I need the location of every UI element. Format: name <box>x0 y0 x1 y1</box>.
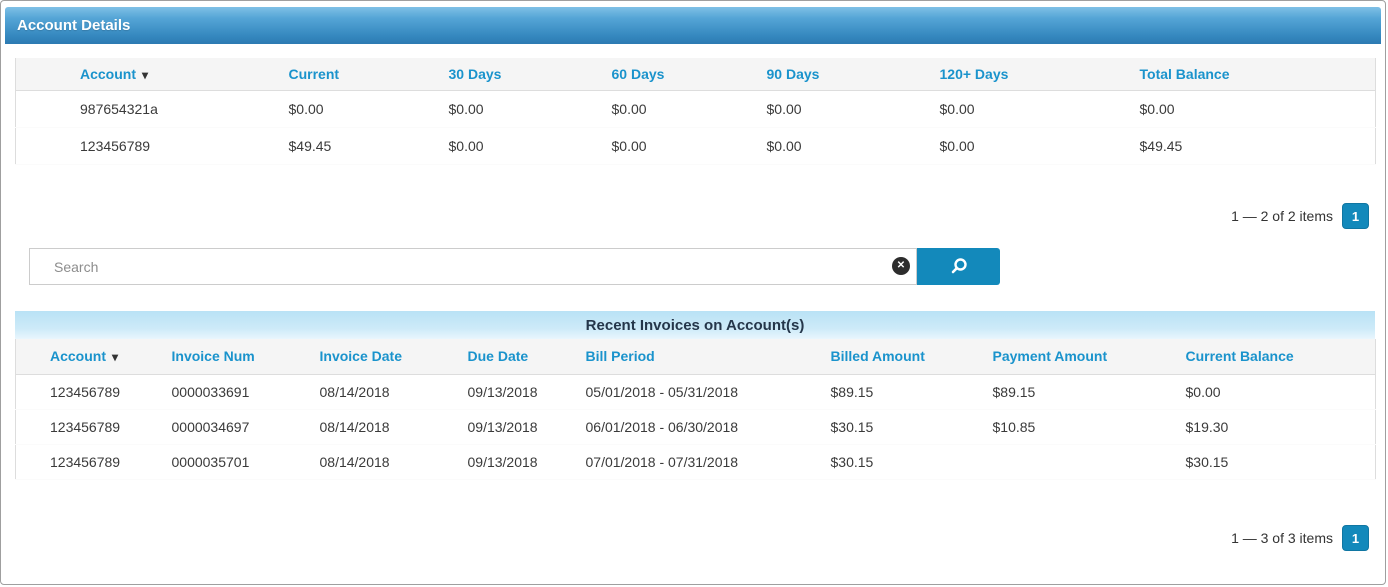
page-1-button[interactable]: 1 <box>1342 525 1369 551</box>
column-header-30-days[interactable]: 30 Days <box>439 58 602 90</box>
column-header-invoice-date[interactable]: Invoice Date <box>310 339 458 374</box>
cell-account: 987654321a <box>16 90 279 127</box>
cell-60-days: $0.00 <box>602 90 757 127</box>
invoices-table: Account▾ Invoice Num Invoice Date Due Da… <box>15 339 1376 480</box>
cell-current-balance: $0.00 <box>1176 374 1376 409</box>
cell-billed-amount: $89.15 <box>821 374 983 409</box>
page-title: Account Details <box>17 17 130 34</box>
column-header-due-date[interactable]: Due Date <box>458 339 576 374</box>
cell-current-balance: $30.15 <box>1176 444 1376 479</box>
pager-summary: 1 — 3 of 3 items <box>1231 530 1333 546</box>
cell-payment-amount <box>983 444 1176 479</box>
search-button[interactable] <box>917 248 1000 285</box>
cell-30-days: $0.00 <box>439 90 602 127</box>
table-row[interactable]: 123456789 $49.45 $0.00 $0.00 $0.00 $0.00… <box>16 127 1376 164</box>
cell-payment-amount: $89.15 <box>983 374 1176 409</box>
search-icon <box>948 256 970 278</box>
accounts-header-row: Account▾ Current 30 Days 60 Days 90 Days… <box>16 58 1376 90</box>
cell-invoice-date: 08/14/2018 <box>310 374 458 409</box>
column-header-billed-amount[interactable]: Billed Amount <box>821 339 983 374</box>
cell-billed-amount: $30.15 <box>821 444 983 479</box>
sort-desc-icon: ▾ <box>142 68 148 82</box>
column-header-account[interactable]: Account▾ <box>16 58 279 90</box>
invoices-header-row: Account▾ Invoice Num Invoice Date Due Da… <box>16 339 1376 374</box>
cell-total-balance: $49.45 <box>1130 127 1376 164</box>
search-input[interactable] <box>29 248 917 285</box>
account-details-panel: Account Details Account▾ Current 30 Days… <box>0 0 1386 585</box>
search-bar: ✕ <box>29 248 1000 285</box>
column-header-current[interactable]: Current <box>279 58 439 90</box>
cell-90-days: $0.00 <box>757 90 930 127</box>
cell-due-date: 09/13/2018 <box>458 444 576 479</box>
column-header-120-days[interactable]: 120+ Days <box>930 58 1130 90</box>
search-box: ✕ <box>29 248 917 285</box>
panel-title-bar: Account Details <box>5 7 1381 44</box>
cell-120-days: $0.00 <box>930 127 1130 164</box>
accounts-table: Account▾ Current 30 Days 60 Days 90 Days… <box>15 58 1376 165</box>
cell-total-balance: $0.00 <box>1130 90 1376 127</box>
column-header-payment-amount[interactable]: Payment Amount <box>983 339 1176 374</box>
accounts-pager: 1 — 2 of 2 items 1 <box>1231 203 1369 229</box>
cell-account: 123456789 <box>16 444 162 479</box>
cell-60-days: $0.00 <box>602 127 757 164</box>
column-header-60-days[interactable]: 60 Days <box>602 58 757 90</box>
cell-current: $49.45 <box>279 127 439 164</box>
cell-bill-period: 05/01/2018 - 05/31/2018 <box>576 374 821 409</box>
cell-bill-period: 07/01/2018 - 07/31/2018 <box>576 444 821 479</box>
invoices-section-title: Recent Invoices on Account(s) <box>586 317 805 334</box>
sort-desc-icon: ▾ <box>112 350 118 364</box>
cell-account: 123456789 <box>16 127 279 164</box>
cell-account: 123456789 <box>16 374 162 409</box>
table-row[interactable]: 123456789 0000035701 08/14/2018 09/13/20… <box>16 444 1376 479</box>
table-row[interactable]: 123456789 0000033691 08/14/2018 09/13/20… <box>16 374 1376 409</box>
cell-account: 123456789 <box>16 409 162 444</box>
cell-current: $0.00 <box>279 90 439 127</box>
cell-bill-period: 06/01/2018 - 06/30/2018 <box>576 409 821 444</box>
page-1-button[interactable]: 1 <box>1342 203 1369 229</box>
column-header-account[interactable]: Account▾ <box>16 339 162 374</box>
cell-due-date: 09/13/2018 <box>458 374 576 409</box>
clear-search-icon[interactable]: ✕ <box>892 257 910 275</box>
invoices-pager: 1 — 3 of 3 items 1 <box>1231 525 1369 551</box>
cell-120-days: $0.00 <box>930 90 1130 127</box>
cell-payment-amount: $10.85 <box>983 409 1176 444</box>
column-header-invoice-num[interactable]: Invoice Num <box>162 339 310 374</box>
pager-summary: 1 — 2 of 2 items <box>1231 208 1333 224</box>
table-row[interactable]: 123456789 0000034697 08/14/2018 09/13/20… <box>16 409 1376 444</box>
table-row[interactable]: 987654321a $0.00 $0.00 $0.00 $0.00 $0.00… <box>16 90 1376 127</box>
cell-90-days: $0.00 <box>757 127 930 164</box>
cell-billed-amount: $30.15 <box>821 409 983 444</box>
cell-30-days: $0.00 <box>439 127 602 164</box>
cell-invoice-num: 0000034697 <box>162 409 310 444</box>
cell-invoice-num: 0000035701 <box>162 444 310 479</box>
cell-current-balance: $19.30 <box>1176 409 1376 444</box>
invoices-section-header: Recent Invoices on Account(s) <box>15 311 1375 339</box>
column-header-bill-period[interactable]: Bill Period <box>576 339 821 374</box>
column-header-total-balance[interactable]: Total Balance <box>1130 58 1376 90</box>
column-header-90-days[interactable]: 90 Days <box>757 58 930 90</box>
column-header-current-balance[interactable]: Current Balance <box>1176 339 1376 374</box>
cell-due-date: 09/13/2018 <box>458 409 576 444</box>
cell-invoice-date: 08/14/2018 <box>310 409 458 444</box>
cell-invoice-num: 0000033691 <box>162 374 310 409</box>
cell-invoice-date: 08/14/2018 <box>310 444 458 479</box>
